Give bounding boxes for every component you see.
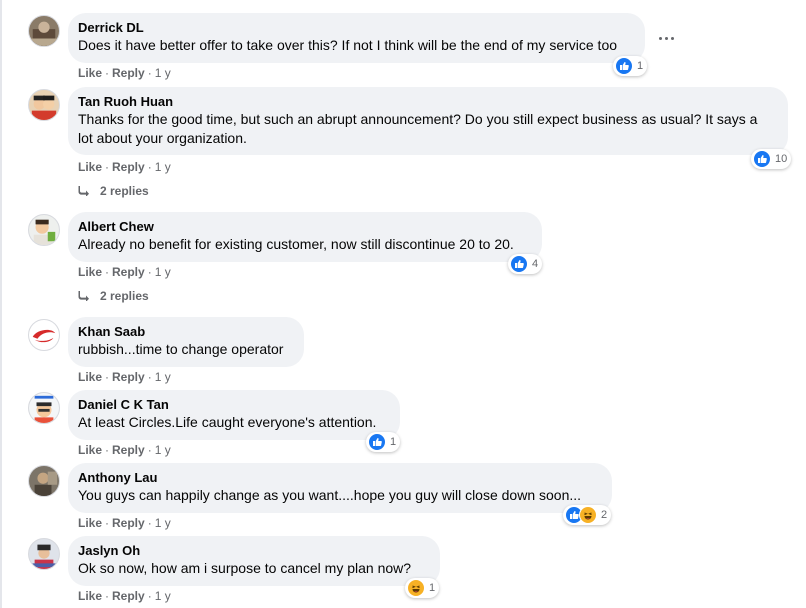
comment-text: Thanks for the good time, but such an ab… bbox=[78, 111, 758, 146]
reply-button[interactable]: Reply bbox=[112, 265, 145, 279]
reaction-count[interactable]: 10 bbox=[751, 149, 792, 169]
avatar[interactable] bbox=[28, 89, 60, 121]
like-reaction-icon bbox=[615, 57, 633, 75]
reaction-count[interactable]: 1 bbox=[405, 578, 440, 598]
comment-timestamp[interactable]: 1 y bbox=[155, 370, 171, 384]
like-button[interactable]: Like bbox=[78, 66, 102, 80]
reply-arrow-icon bbox=[78, 186, 89, 196]
comment-timestamp[interactable]: 1 y bbox=[155, 66, 171, 80]
comment-author[interactable]: Albert Chew bbox=[78, 218, 530, 235]
avatar[interactable] bbox=[28, 392, 60, 424]
reply-button[interactable]: Reply bbox=[112, 66, 145, 80]
comment-timestamp[interactable]: 1 y bbox=[155, 589, 171, 603]
comment-text: You guys can happily change as you want.… bbox=[78, 487, 582, 503]
comment-bubble: Tan Ruoh Huan Thanks for the good time, … bbox=[68, 87, 788, 155]
reaction-count-value: 1 bbox=[637, 60, 644, 72]
like-button[interactable]: Like bbox=[78, 265, 102, 279]
like-button[interactable]: Like bbox=[78, 370, 102, 384]
reaction-count-value: 2 bbox=[601, 509, 608, 521]
comment-bubble: Anthony Lau You guys can happily change … bbox=[68, 463, 612, 513]
comment-timestamp[interactable]: 1 y bbox=[155, 160, 171, 174]
like-button[interactable]: Like bbox=[78, 443, 102, 457]
reaction-count-value: 4 bbox=[532, 258, 539, 270]
like-reaction-icon bbox=[753, 150, 771, 168]
comment-bubble: Daniel C K Tan At least Circles.Life cau… bbox=[68, 390, 400, 440]
replies-count: 2 replies bbox=[100, 184, 149, 198]
like-reaction-icon bbox=[510, 255, 528, 273]
comment-actions: Like · Reply · 1 y bbox=[78, 66, 171, 80]
comment-text: Already no benefit for existing customer… bbox=[78, 236, 514, 252]
comment-text: Ok so now, how am i surpose to cancel my… bbox=[78, 560, 412, 576]
comment-timestamp[interactable]: 1 y bbox=[155, 516, 171, 530]
avatar[interactable] bbox=[28, 465, 60, 497]
view-replies-link[interactable]: 2 replies bbox=[78, 289, 149, 303]
reply-arrow-icon bbox=[78, 291, 89, 301]
like-button[interactable]: Like bbox=[78, 516, 102, 530]
avatar[interactable] bbox=[28, 538, 60, 570]
comment-actions: Like · Reply · 1 y bbox=[78, 443, 171, 457]
comment-author[interactable]: Tan Ruoh Huan bbox=[78, 93, 776, 110]
more-options-icon[interactable] bbox=[656, 28, 676, 48]
comment-author[interactable]: Daniel C K Tan bbox=[78, 396, 388, 413]
like-button[interactable]: Like bbox=[78, 589, 102, 603]
comment-text: At least Circles.Life caught everyone's … bbox=[78, 414, 377, 430]
reply-button[interactable]: Reply bbox=[112, 589, 145, 603]
like-reaction-icon bbox=[368, 433, 386, 451]
comment-actions: Like · Reply · 1 y bbox=[78, 265, 171, 279]
comment-timestamp[interactable]: 1 y bbox=[155, 443, 171, 457]
avatar[interactable] bbox=[28, 319, 60, 351]
comment-bubble: Khan Saab rubbish...time to change opera… bbox=[68, 317, 304, 367]
comment-text: Does it have better offer to take over t… bbox=[78, 37, 618, 53]
comment-bubble: Jaslyn Oh Ok so now, how am i surpose to… bbox=[68, 536, 440, 586]
comment-author[interactable]: Anthony Lau bbox=[78, 469, 600, 486]
left-divider bbox=[0, 0, 2, 608]
reaction-count-value: 1 bbox=[429, 582, 436, 594]
reply-button[interactable]: Reply bbox=[112, 370, 145, 384]
comment-actions: Like · Reply · 1 y bbox=[78, 370, 171, 384]
comment-bubble: Albert Chew Already no benefit for exist… bbox=[68, 212, 542, 262]
reaction-count[interactable]: 1 bbox=[613, 56, 648, 76]
comment-actions: Like · Reply · 1 y bbox=[78, 589, 171, 603]
comment-timestamp[interactable]: 1 y bbox=[155, 265, 171, 279]
comment-bubble: Derrick DL Does it have better offer to … bbox=[68, 13, 645, 63]
haha-reaction-icon bbox=[407, 579, 425, 597]
comment-author[interactable]: Khan Saab bbox=[78, 323, 292, 340]
reply-button[interactable]: Reply bbox=[112, 516, 145, 530]
comment-author[interactable]: Jaslyn Oh bbox=[78, 542, 428, 559]
like-button[interactable]: Like bbox=[78, 160, 102, 174]
reaction-count-value: 1 bbox=[390, 436, 397, 448]
comment-actions: Like · Reply · 1 y bbox=[78, 516, 171, 530]
view-replies-link[interactable]: 2 replies bbox=[78, 184, 149, 198]
replies-count: 2 replies bbox=[100, 289, 149, 303]
reaction-count-value: 10 bbox=[775, 153, 788, 165]
reaction-count[interactable]: 1 bbox=[366, 432, 401, 452]
avatar[interactable] bbox=[28, 214, 60, 246]
reply-button[interactable]: Reply bbox=[112, 160, 145, 174]
reply-button[interactable]: Reply bbox=[112, 443, 145, 457]
comment-author[interactable]: Derrick DL bbox=[78, 19, 633, 36]
avatar[interactable] bbox=[28, 15, 60, 47]
reaction-count[interactable]: 2 bbox=[563, 505, 612, 525]
comment-text: rubbish...time to change operator bbox=[78, 341, 284, 357]
comment-actions: Like · Reply · 1 y bbox=[78, 160, 171, 174]
reaction-count[interactable]: 4 bbox=[508, 254, 543, 274]
haha-reaction-icon bbox=[579, 506, 597, 524]
